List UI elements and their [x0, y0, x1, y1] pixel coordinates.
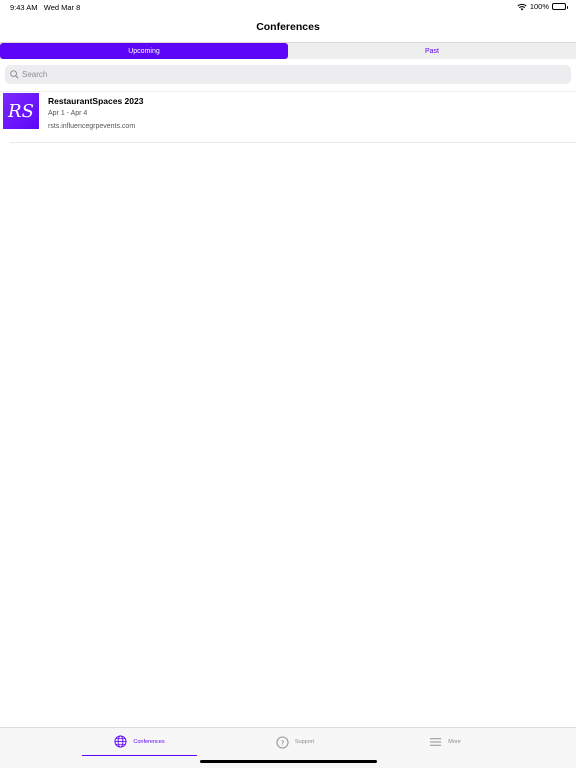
- list-separator: [10, 142, 576, 143]
- status-time-value: 9:43 AM: [10, 3, 38, 12]
- conference-title: RestaurantSpaces 2023: [48, 96, 144, 106]
- svg-text:RS: RS: [7, 101, 34, 122]
- tab-bar: Conferences ? Support More: [0, 727, 576, 768]
- tab-more-label: More: [448, 739, 461, 745]
- tab-conferences-label: Conferences: [133, 738, 165, 745]
- tab-support[interactable]: ? Support: [230, 728, 360, 756]
- conference-logo: RS: [3, 93, 39, 129]
- menu-icon: [430, 738, 442, 746]
- segmented-control: Upcoming Past: [0, 42, 576, 59]
- list-item[interactable]: RS RestaurantSpaces 2023 Apr 1 - Apr 4 r…: [0, 91, 576, 143]
- conference-url: rsts.influencegrpevents.com: [48, 123, 136, 130]
- segment-past[interactable]: Past: [288, 43, 576, 59]
- segment-upcoming[interactable]: Upcoming: [0, 43, 288, 59]
- wifi-icon: [517, 3, 527, 10]
- tab-support-label: Support: [294, 739, 315, 745]
- page-title: Conferences: [256, 21, 320, 33]
- status-date: Wed Mar 8: [43, 3, 81, 12]
- battery-percent: 100%: [529, 2, 549, 11]
- svg-text:?: ?: [280, 738, 284, 747]
- battery-icon: [552, 3, 568, 10]
- conference-logo-mark: RS: [7, 101, 34, 122]
- status-bar: 9:43 AM Wed Mar 8 100%: [0, 0, 576, 14]
- home-indicator: [200, 760, 377, 763]
- question-circle-icon: ?: [276, 735, 289, 749]
- search-input[interactable]: [22, 70, 522, 79]
- search-icon: [10, 70, 19, 79]
- globe-icon: [114, 735, 127, 748]
- status-time: 9:43 AM Wed Mar 8: [10, 3, 80, 12]
- tab-conferences[interactable]: Conferences: [82, 728, 197, 756]
- search-bar[interactable]: [5, 65, 571, 84]
- conference-dates: Apr 1 - Apr 4: [48, 110, 88, 117]
- status-indicators: 100%: [517, 2, 568, 11]
- tab-more[interactable]: More: [385, 728, 505, 756]
